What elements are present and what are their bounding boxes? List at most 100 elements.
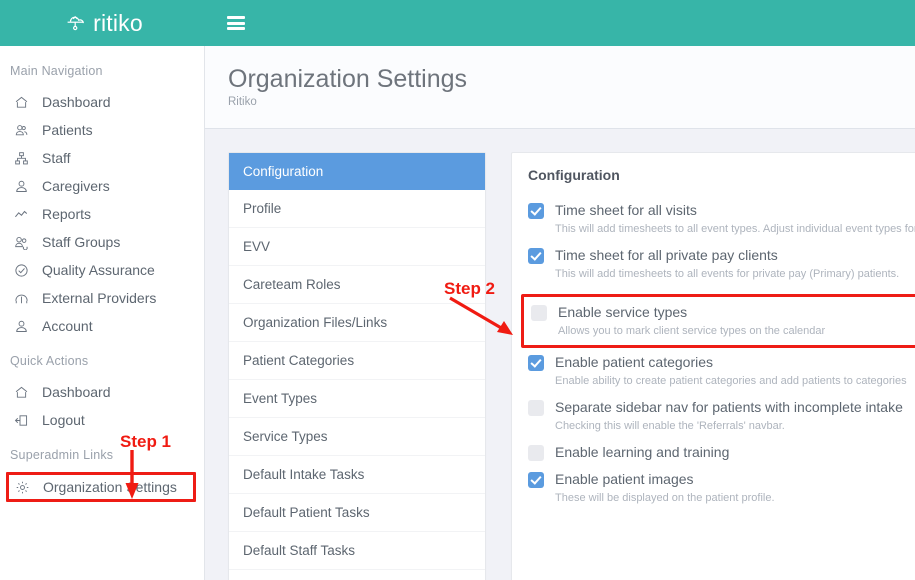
config-list-item-organization-files-links[interactable]: Organization Files/Links bbox=[229, 304, 485, 342]
configuration-section-list: Configuration Profile EVV Careteam Roles… bbox=[228, 152, 486, 580]
option-label: Time sheet for all private pay clients bbox=[555, 247, 778, 263]
checkbox-enable-patient-categories[interactable] bbox=[528, 355, 544, 371]
option-row-separate-sidebar-nav: Separate sidebar nav for patients with i… bbox=[528, 398, 914, 443]
sidebar-item-quality-assurance[interactable]: Quality Assurance bbox=[0, 256, 204, 284]
checkbox-separate-sidebar-nav[interactable] bbox=[528, 400, 544, 416]
config-list-item-event-types[interactable]: Event Types bbox=[229, 380, 485, 418]
patients-icon bbox=[14, 123, 36, 138]
option-main: Separate sidebar nav for patients with i… bbox=[528, 398, 914, 416]
config-list-item-configuration[interactable]: Configuration bbox=[229, 153, 485, 190]
hamburger-bar bbox=[227, 16, 245, 19]
option-row-time-sheet-private-pay: Time sheet for all private pay clients T… bbox=[528, 246, 914, 291]
line-chart-icon bbox=[14, 207, 36, 222]
brand-logo-area[interactable]: ritiko bbox=[0, 0, 205, 46]
checkbox-enable-learning-training[interactable] bbox=[528, 445, 544, 461]
config-list-item-profile[interactable]: Profile bbox=[229, 190, 485, 228]
settings-panels: Configuration Profile EVV Careteam Roles… bbox=[205, 129, 915, 580]
app-root: ritiko Main Navigation Dashboard Patient… bbox=[0, 0, 915, 580]
sidebar-superadmin-heading: Superadmin Links bbox=[10, 448, 114, 462]
sidebar-item-label: Caregivers bbox=[42, 178, 110, 194]
config-list-item-label: Default Staff Tasks bbox=[243, 543, 356, 558]
option-description: Allows you to mark client service types … bbox=[558, 325, 826, 337]
group-icon bbox=[14, 235, 36, 250]
brand-name: ritiko bbox=[93, 9, 143, 36]
option-row-enable-patient-categories: Enable patient categories Enable ability… bbox=[528, 353, 914, 398]
option-row-enable-patient-images: Enable patient images These will be disp… bbox=[528, 470, 914, 515]
option-main: Time sheet for all visits bbox=[528, 201, 914, 219]
checkbox-time-sheet-private-pay[interactable] bbox=[528, 248, 544, 264]
configuration-panel-title: Configuration bbox=[528, 167, 620, 183]
checkbox-time-sheet-all-visits[interactable] bbox=[528, 203, 544, 219]
config-list-item-label: Default Intake Tasks bbox=[243, 467, 365, 482]
option-description: This will add timesheets to all event ty… bbox=[555, 223, 915, 235]
home-icon bbox=[14, 385, 36, 400]
sidebar-item-label: Quality Assurance bbox=[42, 262, 155, 278]
option-label: Enable patient images bbox=[555, 471, 694, 487]
option-description: Enable ability to create patient categor… bbox=[555, 375, 907, 387]
option-label: Enable service types bbox=[558, 304, 688, 320]
sidebar-item-label: Patients bbox=[42, 122, 93, 138]
config-list-item-label: Service Types bbox=[243, 429, 328, 444]
sidebar-item-label: Dashboard bbox=[42, 94, 111, 110]
config-list-item-label: Default Patient Tasks bbox=[243, 505, 370, 520]
sidebar-main-heading: Main Navigation bbox=[10, 64, 103, 78]
sidebar-item-dashboard[interactable]: Dashboard bbox=[0, 88, 204, 116]
sidebar-item-quick-dashboard[interactable]: Dashboard bbox=[0, 378, 204, 406]
user-icon bbox=[14, 319, 36, 334]
sidebar-item-label: Organization Settings bbox=[43, 479, 177, 495]
hamburger-menu-icon[interactable] bbox=[227, 16, 245, 30]
sidebar-item-label: Account bbox=[42, 318, 93, 334]
user-icon bbox=[14, 179, 36, 194]
config-list-item-patient-categories[interactable]: Patient Categories bbox=[229, 342, 485, 380]
config-list-item-service-types[interactable]: Service Types bbox=[229, 418, 485, 456]
option-label: Enable patient categories bbox=[555, 354, 713, 370]
sidebar-item-staff-groups[interactable]: Staff Groups bbox=[0, 228, 204, 256]
main-content: Organization Settings Ritiko Configurati… bbox=[205, 46, 915, 580]
checkbox-enable-service-types[interactable] bbox=[531, 305, 547, 321]
config-list-item-careteam-roles[interactable]: Careteam Roles bbox=[229, 266, 485, 304]
option-row-time-sheet-all-visits: Time sheet for all visits This will add … bbox=[528, 201, 915, 246]
config-list-item-organization-invoices[interactable]: Organization Invoices bbox=[229, 570, 485, 580]
option-label: Separate sidebar nav for patients with i… bbox=[555, 399, 903, 415]
option-description: This will add timesheets to all events f… bbox=[555, 268, 900, 280]
hamburger-bar bbox=[227, 27, 245, 30]
option-label: Enable learning and training bbox=[555, 444, 730, 460]
sidebar-item-account[interactable]: Account bbox=[0, 312, 204, 340]
option-main: Enable learning and training bbox=[528, 443, 914, 461]
config-list-item-label: Patient Categories bbox=[243, 353, 355, 368]
sidebar-item-label: Staff bbox=[42, 150, 71, 166]
page-subtitle: Ritiko bbox=[228, 96, 257, 108]
home-icon bbox=[14, 95, 36, 110]
sidebar-item-staff[interactable]: Staff bbox=[0, 144, 204, 172]
sidebar-item-logout[interactable]: Logout bbox=[0, 406, 204, 434]
config-list-item-evv[interactable]: EVV bbox=[229, 228, 485, 266]
option-row-enable-learning-training: Enable learning and training bbox=[528, 443, 914, 470]
sidebar-item-label: Reports bbox=[42, 206, 92, 222]
sidebar-item-external-providers[interactable]: External Providers bbox=[0, 284, 204, 312]
org-chart-icon bbox=[14, 151, 36, 166]
sidebar-item-patients[interactable]: Patients bbox=[0, 116, 204, 144]
config-list-item-label: Configuration bbox=[243, 164, 324, 179]
top-bar: ritiko bbox=[0, 0, 915, 46]
config-list-item-default-patient-tasks[interactable]: Default Patient Tasks bbox=[229, 494, 485, 532]
option-main: Enable patient categories bbox=[528, 353, 914, 371]
checkbox-enable-patient-images[interactable] bbox=[528, 472, 544, 488]
configuration-options-panel: Configuration Time sheet for all visits … bbox=[511, 152, 915, 580]
option-description: These will be displayed on the patient p… bbox=[555, 492, 775, 504]
sidebar-item-label: Dashboard bbox=[42, 384, 111, 400]
option-row-enable-service-types: Enable service types Allows you to mark … bbox=[521, 294, 915, 348]
check-circle-icon bbox=[14, 263, 36, 278]
cloud-upload-icon bbox=[62, 10, 92, 36]
config-list-item-default-staff-tasks[interactable]: Default Staff Tasks bbox=[229, 532, 485, 570]
sidebar-item-caregivers[interactable]: Caregivers bbox=[0, 172, 204, 200]
sidebar-item-reports[interactable]: Reports bbox=[0, 200, 204, 228]
sidebar: Main Navigation Dashboard Patients Staff… bbox=[0, 46, 205, 580]
option-description: Checking this will enable the 'Referrals… bbox=[555, 420, 785, 432]
sidebar-quick-actions-heading: Quick Actions bbox=[10, 354, 89, 368]
config-list-item-label: Careteam Roles bbox=[243, 277, 341, 292]
config-list-item-default-intake-tasks[interactable]: Default Intake Tasks bbox=[229, 456, 485, 494]
option-main: Enable service types bbox=[531, 303, 911, 321]
hamburger-bar bbox=[227, 21, 245, 25]
sidebar-item-organization-settings[interactable]: Organization Settings bbox=[6, 472, 196, 502]
option-main: Enable patient images bbox=[528, 470, 914, 488]
